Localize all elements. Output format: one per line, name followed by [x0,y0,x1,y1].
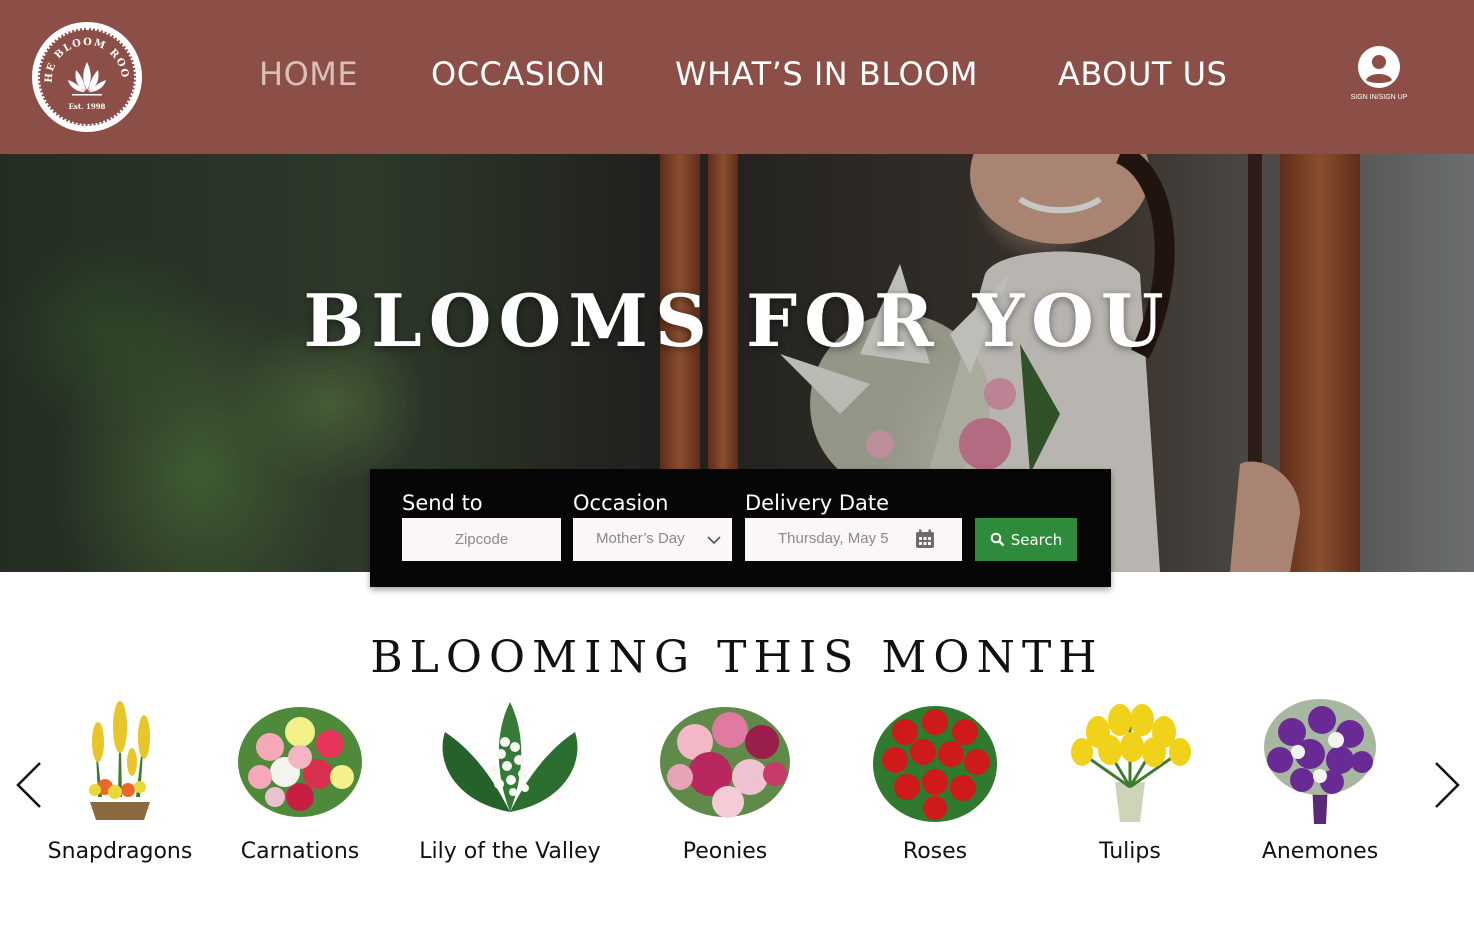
flower-card-peonies[interactable]: Peonies [645,692,805,864]
search-button-label: Search [1010,530,1063,549]
flower-card-roses[interactable]: Roses [855,692,1015,864]
flower-name: Anemones [1261,839,1379,864]
chevron-right-icon[interactable] [1432,760,1462,810]
user-circle-icon [1358,46,1400,88]
delivery-date-picker[interactable]: Thursday, May 5 [745,518,962,561]
send-to-label: Send to [402,491,483,515]
flower-card-anemones[interactable]: Anemones [1240,692,1400,864]
chevron-down-icon [707,536,721,545]
sign-in-label: SIGN IN/SIGN UP [1350,94,1408,101]
nav-about-us[interactable]: ABOUT US [1058,54,1227,94]
delivery-date-value: Thursday, May 5 [778,530,889,547]
svg-text:THE BLOOM ROOM: THE BLOOM ROOM [32,22,130,83]
search-icon [990,532,1005,547]
zipcode-field[interactable] [402,518,561,561]
occasion-label: Occasion [573,491,669,515]
anemones-image [1264,699,1376,824]
flower-card-carnations[interactable]: Carnations [220,692,380,864]
search-button[interactable]: Search [975,518,1077,561]
brand-logo[interactable]: THE BLOOM ROOM Est. 1998 [32,22,142,132]
blooming-section-title: BLOOMING THIS MONTH [370,632,1104,683]
logo-established: Est. 1998 [68,102,106,111]
peonies-image [660,707,790,818]
delivery-date-label: Delivery Date [745,491,890,515]
flower-name: Lily of the Valley [419,839,601,864]
zipcode-input[interactable] [402,518,561,561]
nav-home[interactable]: HOME [259,54,358,94]
carnations-image [238,707,362,817]
lotus-icon: THE BLOOM ROOM [32,22,130,96]
delivery-search-bar: Send to Occasion Mother’s Day Delivery D… [370,469,1111,587]
occasion-select[interactable]: Mother’s Day [573,518,732,561]
site-header: THE BLOOM ROOM Est. 1998 HOME OCCASION W… [0,0,1474,154]
flower-card-tulips[interactable]: Tulips [1050,692,1210,864]
snapdragons-image [89,701,150,820]
flower-name: Carnations [240,839,360,864]
hero-title: BLOOMS FOR YOU [303,278,1171,363]
nav-occasion[interactable]: OCCASION [431,54,606,94]
tulips-image [1071,704,1191,822]
lily-of-the-valley-image [442,702,578,812]
flower-card-snapdragons[interactable]: Snapdragons [40,692,200,864]
flower-name: Tulips [1099,839,1161,864]
calendar-icon[interactable] [914,528,936,550]
flower-name: Roses [902,839,968,864]
nav-whats-in-bloom[interactable]: WHAT’S IN BLOOM [675,54,978,94]
roses-image [873,706,997,822]
flower-card-lily-of-the-valley[interactable]: Lily of the Valley [419,692,601,864]
flower-name: Peonies [682,839,768,864]
sign-in-button[interactable]: SIGN IN/SIGN UP [1346,46,1412,101]
occasion-value: Mother’s Day [596,530,685,547]
